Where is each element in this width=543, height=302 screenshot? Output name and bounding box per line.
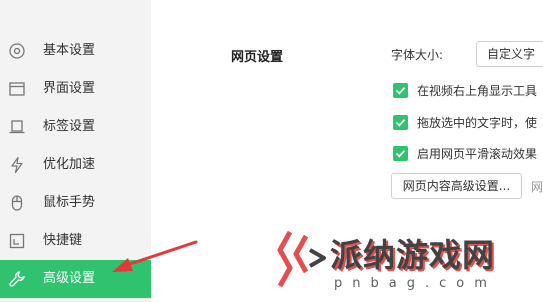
sidebar-item-label: 标签设置 (43, 119, 96, 134)
checkbox-label: 拖放选中的文字时，使 (417, 116, 538, 130)
section-title: 网页设置 (231, 50, 284, 65)
sidebar-item-label: 快捷键 (43, 233, 83, 248)
sidebar-item-tab-settings[interactable]: 标签设置 (0, 108, 151, 146)
mouse-icon (8, 194, 26, 212)
tab-icon (8, 118, 26, 136)
sidebar-item-basic-settings[interactable]: 基本设置 (0, 32, 151, 70)
shortcut-icon (8, 232, 26, 250)
window-icon (8, 80, 26, 98)
checkbox-checked[interactable] (393, 146, 408, 161)
font-size-select[interactable]: 自定义字 (476, 41, 543, 67)
sidebar-item-label: 界面设置 (43, 81, 96, 96)
sidebar-item-advanced-settings[interactable]: 高级设置 (0, 260, 151, 298)
sidebar-item-optimize-speed[interactable]: 优化加速 (0, 146, 151, 184)
sidebar-item-label: 鼠标手势 (43, 195, 96, 210)
watermark-subtitle: pnbag.com (334, 276, 497, 291)
checkbox-checked[interactable] (393, 83, 408, 98)
sidebar-item-mouse-gestures[interactable]: 鼠标手势 (0, 184, 151, 222)
sidebar: 基本设置 界面设置 标签设置 优化加速 鼠标手势 快捷键 高级设置 (0, 0, 151, 302)
watermark-logo-icon (276, 228, 328, 288)
sidebar-item-interface-settings[interactable]: 界面设置 (0, 70, 151, 108)
lightning-icon (8, 156, 26, 174)
hint-text: 网 (531, 180, 543, 194)
sidebar-item-label: 优化加速 (43, 157, 96, 172)
sidebar-item-shortcuts[interactable]: 快捷键 (0, 222, 151, 260)
advanced-web-content-settings-button[interactable]: 网页内容高级设置... (391, 173, 522, 199)
sidebar-item-label: 基本设置 (43, 43, 96, 58)
sidebar-item-label: 高级设置 (43, 271, 96, 286)
checkbox-checked[interactable] (393, 115, 408, 130)
watermark: 派纳游戏网 pnbag.com (276, 226, 543, 302)
wrench-icon (8, 270, 26, 288)
checkbox-label: 启用网页平滑滚动效果 (417, 147, 538, 161)
font-size-label: 字体大小: (391, 48, 444, 62)
settings-circle-icon (8, 42, 26, 60)
checkbox-label: 在视频右上角显示工具 (417, 84, 538, 98)
watermark-title: 派纳游戏网 (330, 236, 496, 274)
